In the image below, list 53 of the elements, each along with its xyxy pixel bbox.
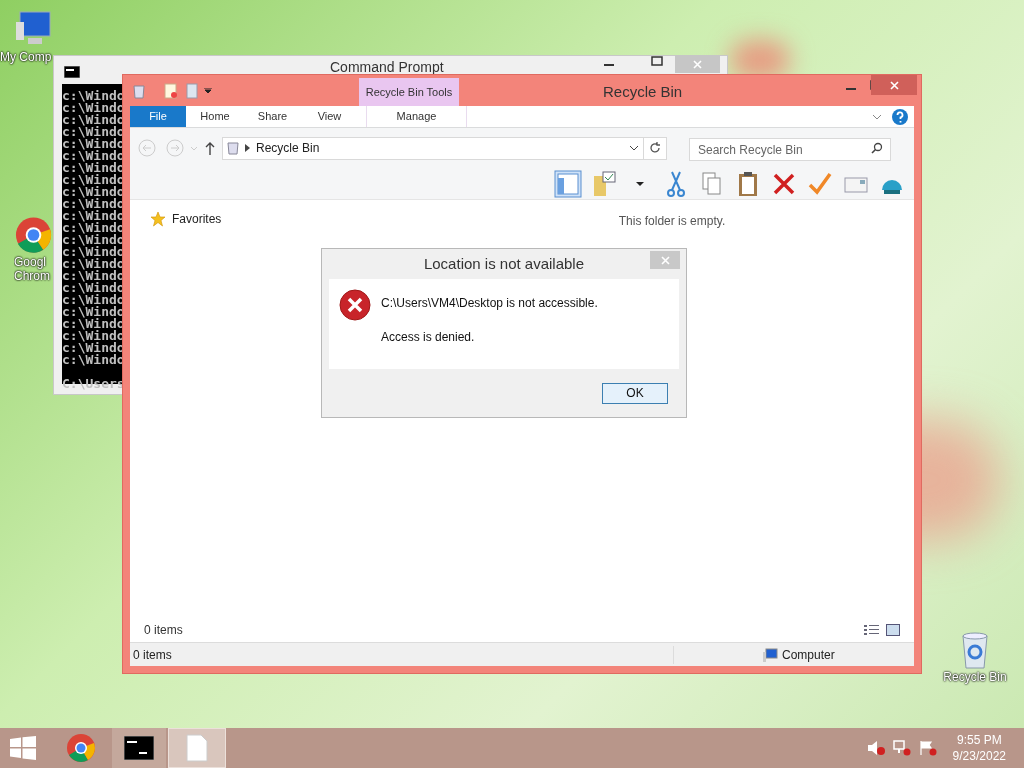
network-icon[interactable] bbox=[892, 740, 911, 756]
console-taskbar-button[interactable] bbox=[112, 728, 166, 768]
recycle-bin-icon[interactable] bbox=[132, 82, 146, 99]
close-icon bbox=[693, 59, 702, 69]
dropdown-icon[interactable] bbox=[204, 87, 212, 94]
browser-icon[interactable] bbox=[66, 733, 96, 763]
computer-icon bbox=[762, 647, 778, 662]
error-detail: Access is denied. bbox=[381, 329, 476, 346]
dialog-title: Location is not available bbox=[423, 253, 585, 274]
console-icon bbox=[64, 66, 80, 78]
browser-icon[interactable] bbox=[14, 215, 53, 255]
layout-icon[interactable] bbox=[554, 169, 582, 198]
window-title: Recycle Bin bbox=[603, 82, 683, 102]
ribbon-tab[interactable]: Home bbox=[186, 106, 244, 127]
refresh-button[interactable] bbox=[643, 136, 667, 160]
status-text: 0 items bbox=[130, 645, 674, 664]
speaker-muted-icon[interactable] bbox=[866, 740, 885, 756]
flag-icon[interactable] bbox=[918, 740, 937, 756]
ribbon-tab[interactable]: Share bbox=[244, 106, 301, 127]
up-arrow-icon[interactable] bbox=[204, 141, 216, 155]
recycle-bin-icon bbox=[227, 141, 239, 155]
error-message: C:\Users\VM4\Desktop is not accessible. bbox=[381, 295, 598, 312]
item-count: 0 items bbox=[144, 622, 183, 639]
address-bar[interactable]: Recycle Bin bbox=[222, 136, 644, 160]
start-icon[interactable] bbox=[10, 736, 36, 760]
search-field[interactable]: Search Recycle Bin bbox=[689, 138, 891, 161]
ribbon-tab[interactable]: View bbox=[301, 106, 358, 127]
error-icon bbox=[339, 289, 371, 321]
file-tab[interactable]: File bbox=[130, 106, 186, 127]
star-icon bbox=[150, 211, 166, 227]
ok-button[interactable]: OK bbox=[602, 382, 668, 404]
window-title: Command Prompt bbox=[330, 59, 444, 75]
search-icon bbox=[871, 141, 883, 154]
document-icon bbox=[186, 734, 208, 762]
console-icon bbox=[124, 736, 154, 760]
properties-icon[interactable] bbox=[164, 82, 178, 99]
help-icon[interactable] bbox=[892, 108, 908, 125]
refresh-icon bbox=[649, 142, 661, 154]
contextual-tab-group: Recycle Bin Tools bbox=[359, 78, 459, 106]
close-button[interactable] bbox=[871, 75, 917, 95]
maximize-icon[interactable] bbox=[651, 56, 663, 66]
folder-icon[interactable] bbox=[186, 82, 198, 99]
close-icon bbox=[660, 255, 670, 265]
empty-folder-message: This folder is empty. bbox=[618, 213, 726, 228]
nav-item[interactable]: Favorites bbox=[150, 210, 290, 228]
chevron-down-icon[interactable] bbox=[629, 145, 639, 151]
close-icon bbox=[889, 80, 899, 90]
address-text: Recycle Bin bbox=[256, 140, 320, 157]
thumbnail-view-icon[interactable] bbox=[886, 624, 900, 636]
details-view-icon[interactable] bbox=[864, 624, 880, 636]
status-text: Computer bbox=[782, 646, 835, 664]
ribbon-tab[interactable]: Manage bbox=[366, 106, 467, 127]
chevron-right-icon bbox=[245, 144, 250, 152]
